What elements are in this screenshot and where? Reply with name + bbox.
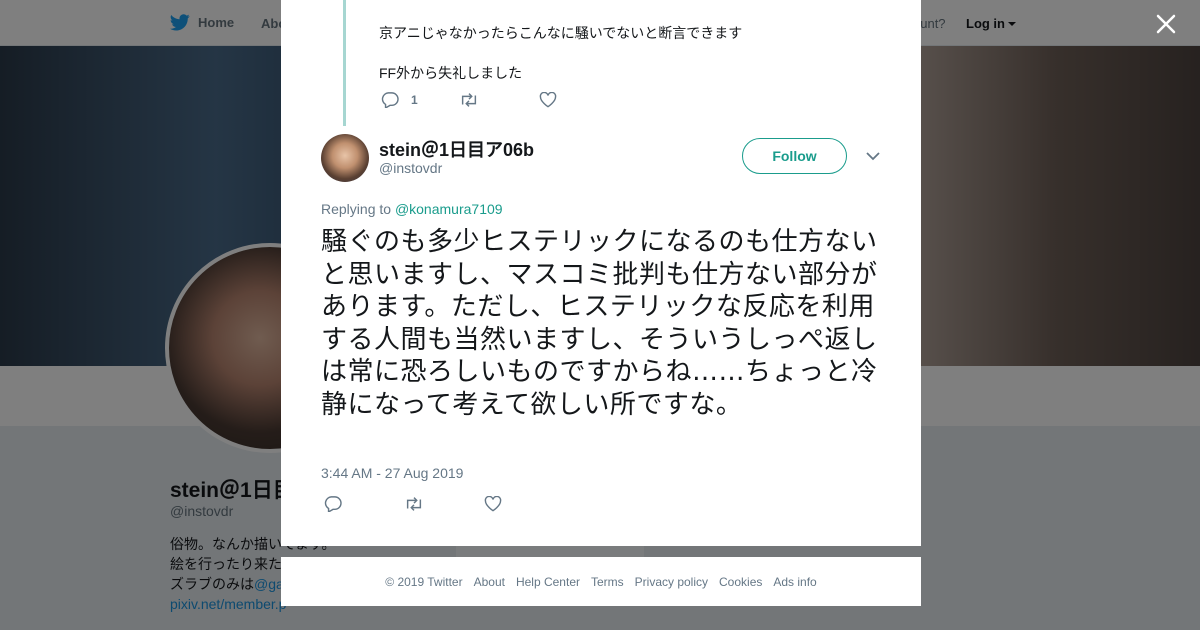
replying-to-link[interactable]: @konamura7109 (395, 201, 503, 217)
footer-link-about[interactable]: About (474, 575, 505, 589)
footer-link-terms[interactable]: Terms (591, 575, 624, 589)
chevron-down-icon[interactable] (865, 148, 881, 164)
reply-button[interactable] (324, 496, 404, 512)
retweet-icon (406, 497, 422, 511)
reply-button[interactable]: 1 (381, 92, 459, 108)
parent-tweet-text: FF外から失礼しました (379, 65, 523, 81)
author-name[interactable]: stein＠1日目ア06b (379, 136, 534, 162)
retweet-button[interactable] (459, 93, 539, 107)
footer-link-privacy-policy[interactable]: Privacy policy (635, 575, 708, 589)
conversation-thread-line (343, 0, 346, 126)
retweet-icon (461, 93, 477, 107)
tweet-permalink-modal: 京アニじゃなかったらこんなに騒いでないと断言できます FF外から失礼しました 1… (281, 0, 921, 546)
modal-footer: © 2019 Twitter About Help Center Terms P… (281, 557, 921, 606)
heart-icon (484, 496, 502, 512)
parent-tweet-actions: 1 (381, 92, 557, 108)
tweet-actions (324, 496, 502, 512)
author-handle[interactable]: @instovdr (379, 160, 442, 176)
replying-prefix: Replying to (321, 201, 392, 217)
retweet-button[interactable] (404, 497, 484, 511)
author-avatar[interactable] (321, 134, 369, 182)
follow-button[interactable]: Follow (742, 138, 847, 174)
heart-icon (539, 92, 557, 108)
parent-tweet-text: 京アニじゃなかったらこんなに騒いでないと断言できます (379, 25, 743, 41)
like-button[interactable] (484, 496, 502, 512)
footer-link-ads-info[interactable]: Ads info (773, 575, 816, 589)
like-button[interactable] (539, 92, 557, 108)
reply-count: 1 (411, 93, 418, 107)
reply-icon (381, 92, 399, 108)
footer-link-help-center[interactable]: Help Center (516, 575, 580, 589)
replying-to-line: Replying to @konamura7109 (321, 201, 503, 217)
tweet-timestamp[interactable]: 3:44 AM - 27 Aug 2019 (321, 465, 463, 481)
tweet-text: 騒ぐのも多少ヒステリックになるのも仕方ないと思いますし、マスコミ批判も仕方ない部… (321, 227, 878, 420)
reply-icon (324, 496, 342, 512)
close-icon[interactable] (1154, 12, 1178, 36)
footer-copyright: © 2019 Twitter (385, 574, 463, 589)
footer-link-cookies[interactable]: Cookies (719, 575, 762, 589)
